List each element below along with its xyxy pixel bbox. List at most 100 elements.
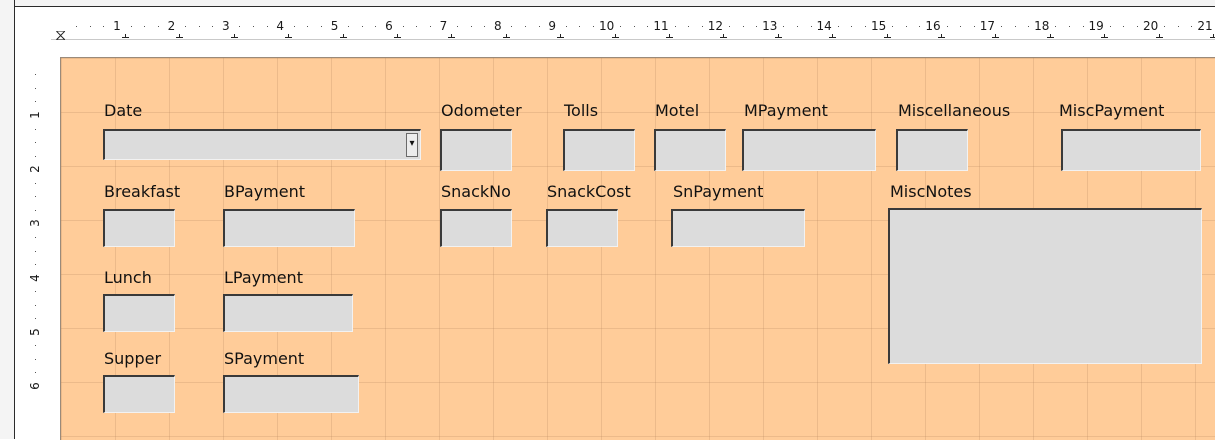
ruler-dot bbox=[266, 26, 268, 27]
vertical-ruler[interactable]: 1 2 3 4 5 6 bbox=[15, 40, 53, 439]
ruler-dot bbox=[756, 26, 758, 27]
mpayment-label: MPayment bbox=[744, 101, 828, 120]
ruler-dot bbox=[35, 372, 36, 374]
lunch-field[interactable] bbox=[103, 294, 175, 332]
ruler-number-21: 21 bbox=[1197, 19, 1213, 33]
ruler-dot bbox=[321, 26, 322, 27]
snackcost-field[interactable] bbox=[546, 209, 618, 247]
bpayment-label: BPayment bbox=[224, 182, 306, 201]
mpayment-field[interactable] bbox=[742, 129, 876, 171]
spayment-label: SPayment bbox=[224, 349, 305, 368]
ruler-number-9: 9 bbox=[548, 19, 557, 33]
tab-stop-marker-base bbox=[611, 37, 619, 38]
ruler-dot bbox=[35, 358, 36, 360]
ruler-dot bbox=[402, 26, 404, 27]
ruler-number-2: 2 bbox=[167, 19, 176, 33]
tab-stop-marker-base bbox=[394, 37, 401, 38]
ruler-dot bbox=[1082, 26, 1084, 27]
ruler-dot bbox=[565, 26, 567, 27]
ruler-dot bbox=[1191, 26, 1193, 27]
miscellaneous-field[interactable] bbox=[896, 129, 968, 171]
ruler-dot bbox=[593, 26, 594, 27]
ruler-dot bbox=[35, 128, 36, 130]
ruler-dot bbox=[647, 26, 649, 27]
ruler-dot bbox=[76, 26, 78, 27]
ruler-dot bbox=[348, 26, 350, 27]
chevron-down-icon[interactable]: ▾ bbox=[406, 133, 418, 157]
ruler-dot bbox=[89, 26, 91, 27]
vruler-number-3: 3 bbox=[28, 219, 42, 228]
ruler-number-14: 14 bbox=[816, 19, 832, 33]
tolls-field[interactable] bbox=[563, 129, 635, 171]
page-margin-top bbox=[51, 40, 1215, 56]
supper-field[interactable] bbox=[103, 375, 175, 413]
date-combobox[interactable]: ▾ bbox=[103, 129, 421, 160]
miscnotes-textarea[interactable] bbox=[888, 208, 1202, 364]
ruler-dot bbox=[35, 87, 36, 89]
ruler-number-16: 16 bbox=[925, 19, 941, 33]
miscellaneous-label: Miscellaneous bbox=[898, 101, 1011, 120]
snpayment-field[interactable] bbox=[671, 209, 805, 247]
lpayment-field[interactable] bbox=[223, 294, 353, 332]
miscpayment-label: MiscPayment bbox=[1059, 101, 1165, 120]
ruler-dot bbox=[1055, 26, 1057, 27]
spayment-field[interactable] bbox=[223, 375, 359, 413]
ruler-dot bbox=[484, 26, 486, 27]
ruler-dot bbox=[701, 26, 703, 27]
ruler-dot bbox=[103, 26, 105, 27]
ruler-dot bbox=[538, 26, 540, 27]
tab-stop-marker-base bbox=[883, 37, 891, 38]
vruler-number-1: 1 bbox=[28, 111, 42, 119]
form-canvas[interactable]: Date Odometer Tolls Motel MPayment Misce… bbox=[60, 57, 1215, 440]
ruler-number-6: 6 bbox=[385, 19, 393, 33]
ruler-dot bbox=[905, 26, 907, 27]
vruler-number-4: 4 bbox=[28, 273, 42, 282]
bpayment-field[interactable] bbox=[223, 209, 355, 247]
ruler-dot bbox=[35, 291, 36, 293]
ruler-dot bbox=[742, 26, 744, 27]
vruler-number-5: 5 bbox=[28, 327, 42, 336]
ruler-dot bbox=[946, 26, 948, 27]
ruler-number-4: 4 bbox=[276, 19, 285, 33]
miscpayment-field[interactable] bbox=[1061, 129, 1201, 171]
miscnotes-label: MiscNotes bbox=[890, 182, 972, 201]
ruler-dot bbox=[35, 182, 36, 184]
ruler-dot bbox=[35, 304, 36, 306]
breakfast-label: Breakfast bbox=[104, 182, 181, 201]
vruler-number-2: 2 bbox=[28, 165, 42, 174]
ruler-dot bbox=[239, 26, 241, 27]
ruler-dot bbox=[35, 196, 36, 198]
ruler-dot bbox=[797, 26, 798, 27]
ruler-dot bbox=[1123, 26, 1125, 27]
ruler-dot bbox=[293, 26, 295, 27]
breakfast-field[interactable] bbox=[103, 209, 175, 247]
ruler-dot bbox=[1028, 26, 1030, 27]
ruler-dot bbox=[35, 155, 36, 157]
ruler-dot bbox=[810, 26, 812, 27]
ruler-dot bbox=[729, 26, 730, 27]
ruler-dot bbox=[960, 26, 962, 27]
ruler-dot bbox=[674, 26, 676, 27]
tab-stop-marker-base bbox=[938, 37, 945, 38]
ruler-number-5: 5 bbox=[330, 19, 339, 33]
tab-stop-marker-base bbox=[1101, 37, 1109, 38]
odometer-label: Odometer bbox=[441, 101, 522, 120]
odometer-field[interactable] bbox=[440, 129, 512, 171]
ruler-dot bbox=[1109, 26, 1111, 27]
horizontal-ruler[interactable]: 1 2 3 4 5 6 7 8 9 10 11 12 13 14 15 16 17 18 19 20 21 bbox=[51, 14, 1215, 40]
ruler-dot bbox=[144, 26, 146, 27]
ruler-corner bbox=[15, 7, 51, 40]
ruler-number-7: 7 bbox=[439, 19, 448, 33]
tab-stop-marker-base bbox=[176, 37, 184, 38]
ruler-dot bbox=[1014, 26, 1016, 27]
vruler-number-6: 6 bbox=[28, 382, 42, 390]
snackno-label: SnackNo bbox=[441, 182, 511, 201]
ruler-dot bbox=[375, 26, 377, 27]
snackno-field[interactable] bbox=[440, 209, 512, 247]
ruler-dot bbox=[157, 26, 159, 27]
tab-stop-marker-base bbox=[666, 37, 673, 38]
ruler-number-17: 17 bbox=[979, 19, 996, 33]
motel-field[interactable] bbox=[654, 129, 726, 171]
snpayment-label: SnPayment bbox=[673, 182, 764, 201]
supper-label: Supper bbox=[104, 349, 162, 368]
